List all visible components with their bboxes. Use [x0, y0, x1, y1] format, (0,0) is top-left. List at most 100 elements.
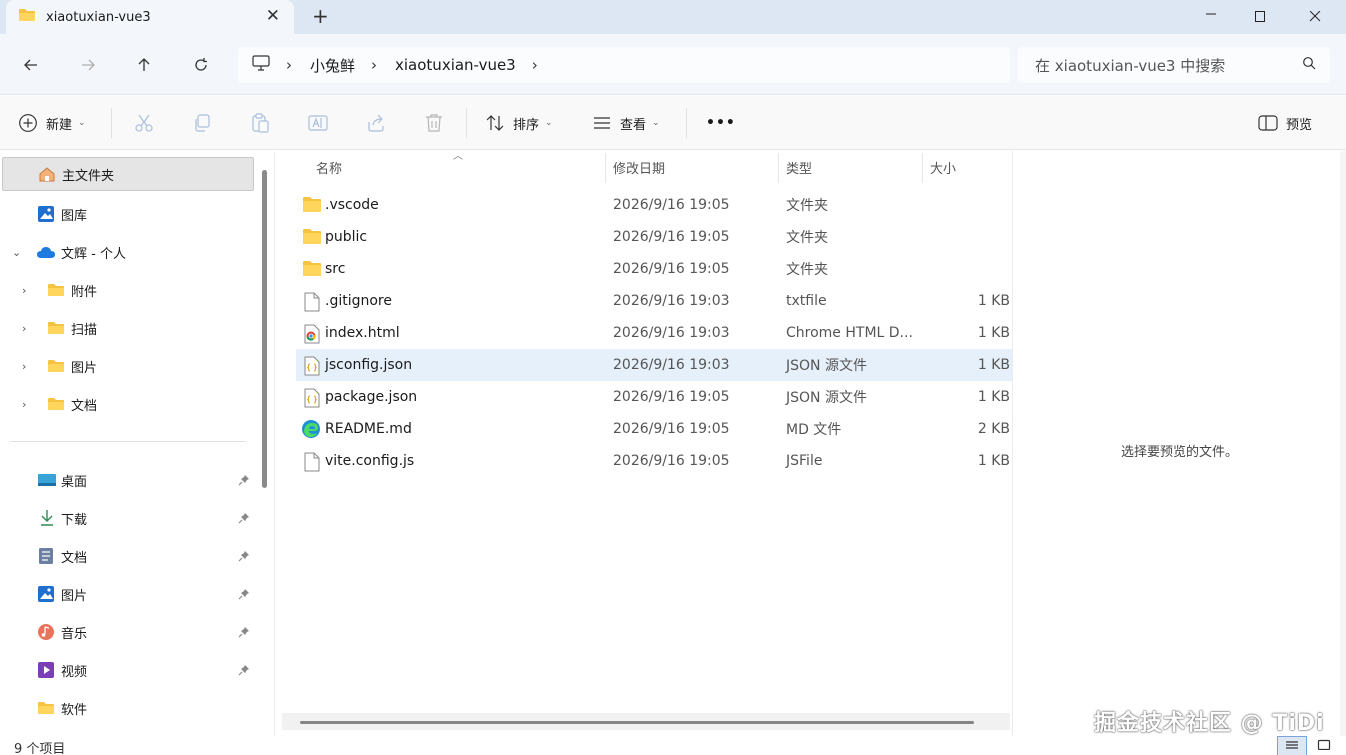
chevron-down-icon[interactable]: ⌄: [12, 246, 21, 259]
pin-icon[interactable]: [238, 512, 250, 528]
chevron-right-icon[interactable]: ›: [532, 56, 538, 74]
search-input[interactable]: 在 xiaotuxian-vue3 中搜索: [1018, 47, 1330, 83]
search-icon: [1302, 56, 1316, 74]
sidebar-item-downloads[interactable]: 下载: [0, 501, 256, 535]
horizontal-scrollbar[interactable]: [282, 713, 1010, 730]
column-header-name[interactable]: 名称: [316, 151, 342, 183]
pin-icon[interactable]: [238, 588, 250, 604]
chrome-html-icon: [304, 324, 320, 348]
sort-button[interactable]: 排序 ⌄: [485, 96, 553, 150]
column-header-size[interactable]: 大小: [930, 151, 956, 183]
sidebar-item-pictures-cloud[interactable]: › 图片: [0, 349, 256, 383]
tab-title: xiaotuxian-vue3: [46, 9, 151, 25]
file-type: JSFile: [786, 453, 823, 469]
paste-button[interactable]: [250, 96, 270, 150]
back-button[interactable]: [16, 50, 46, 80]
toolbar-divider: [111, 108, 112, 138]
sidebar-item-onedrive[interactable]: ⌄ 文辉 - 个人: [0, 235, 256, 269]
folder-icon: [47, 359, 65, 377]
sidebar-item-desktop[interactable]: 桌面: [0, 463, 256, 497]
file-type: 文件夹: [786, 230, 828, 246]
file-row[interactable]: vite.config.js 2026/9/16 19:05 JSFile 1 …: [296, 445, 1012, 477]
sidebar-item-documents[interactable]: 文档: [0, 539, 256, 573]
preview-pane: 选择要预览的文件。: [1012, 151, 1340, 736]
home-icon: [38, 166, 56, 186]
sort-icon: [486, 115, 504, 131]
pin-icon[interactable]: [238, 474, 250, 490]
chevron-right-icon[interactable]: ›: [22, 398, 26, 411]
file-name: .vscode: [325, 197, 379, 213]
sidebar-scrollbar[interactable]: [262, 170, 267, 488]
folder-icon: [302, 196, 322, 217]
file-row[interactable]: src 2026/9/16 19:05 文件夹: [296, 253, 1012, 285]
file-name: index.html: [325, 325, 400, 341]
column-header-date[interactable]: 修改日期: [613, 151, 665, 183]
scrollbar-thumb[interactable]: [300, 721, 974, 724]
up-button[interactable]: [129, 50, 159, 80]
column-divider[interactable]: [778, 153, 779, 183]
cut-button[interactable]: [134, 96, 154, 150]
file-row[interactable]: jsconfig.json 2026/9/16 19:03 JSON 源文件 1…: [296, 349, 1012, 381]
sidebar-item-gallery[interactable]: 图库: [0, 197, 256, 231]
file-row[interactable]: index.html 2026/9/16 19:03 Chrome HTML D…: [296, 317, 1012, 349]
file-row[interactable]: package.json 2026/9/16 19:05 JSON 源文件 1 …: [296, 381, 1012, 413]
pin-icon[interactable]: [238, 550, 250, 566]
refresh-button[interactable]: [186, 50, 216, 80]
pane-divider: [274, 151, 275, 736]
preview-pane-button[interactable]: 预览: [1258, 96, 1312, 150]
file-row[interactable]: public 2026/9/16 19:05 文件夹: [296, 221, 1012, 253]
address-bar[interactable]: › 小兔鲜 › xiaotuxian-vue3 ›: [238, 47, 1010, 83]
file-row[interactable]: README.md 2026/9/16 19:05 MD 文件 2 KB: [296, 413, 1012, 445]
column-header-type[interactable]: 类型: [786, 151, 812, 183]
file-size: 1 KB: [977, 325, 1010, 341]
file-name: jsconfig.json: [325, 357, 413, 373]
delete-button[interactable]: [424, 96, 444, 150]
chevron-right-icon[interactable]: ›: [371, 56, 377, 74]
chevron-down-icon: ⌄: [545, 118, 553, 128]
file-row[interactable]: .vscode 2026/9/16 19:05 文件夹: [296, 189, 1012, 221]
minimize-button[interactable]: [1188, 0, 1234, 34]
more-options-button[interactable]: •••: [706, 96, 736, 150]
watermark: 掘金技术社区 @ TiDi: [1094, 711, 1325, 736]
column-divider[interactable]: [922, 153, 923, 183]
forward-button[interactable]: [73, 50, 103, 80]
column-divider[interactable]: [605, 153, 606, 183]
maximize-button[interactable]: [1237, 0, 1283, 34]
pin-icon[interactable]: [238, 626, 250, 642]
sidebar-item-documents-cloud[interactable]: › 文档: [0, 387, 256, 421]
file-date: 2026/9/16 19:03: [613, 357, 730, 373]
file-row[interactable]: .gitignore 2026/9/16 19:03 txtfile 1 KB: [296, 285, 1012, 317]
copy-button[interactable]: [192, 96, 212, 150]
sidebar-item-videos[interactable]: 视频: [0, 653, 256, 687]
tab-xiaotuxian-vue3[interactable]: xiaotuxian-vue3 ✕: [6, 0, 294, 34]
details-view-button[interactable]: [1277, 736, 1307, 755]
sidebar-item-attachments[interactable]: › 附件: [0, 273, 256, 307]
view-button[interactable]: 查看 ⌄: [592, 96, 660, 150]
tiles-view-button[interactable]: [1309, 736, 1339, 755]
chevron-right-icon[interactable]: ›: [286, 56, 292, 74]
new-button[interactable]: 新建 ⌄: [18, 96, 86, 150]
file-type: MD 文件: [786, 422, 842, 438]
sidebar-item-pictures[interactable]: 图片: [0, 577, 256, 611]
sidebar-item-software[interactable]: 软件: [0, 691, 256, 725]
sidebar-item-scans[interactable]: › 扫描: [0, 311, 256, 345]
chevron-right-icon[interactable]: ›: [22, 284, 26, 297]
video-icon: [37, 661, 55, 683]
chevron-right-icon[interactable]: ›: [22, 322, 26, 335]
chevron-right-icon[interactable]: ›: [22, 360, 26, 373]
sidebar-item-label: 软件: [61, 702, 88, 718]
arrow-right-icon: [82, 59, 95, 71]
share-button[interactable]: [366, 96, 386, 150]
toolbar-divider: [466, 108, 467, 138]
breadcrumb-current[interactable]: xiaotuxian-vue3: [395, 56, 516, 74]
breadcrumb-parent[interactable]: 小兔鲜: [310, 55, 355, 76]
pin-icon[interactable]: [238, 664, 250, 680]
sidebar-item-music[interactable]: 音乐: [0, 615, 256, 649]
close-window-button[interactable]: [1292, 0, 1338, 34]
rename-button[interactable]: [308, 96, 328, 150]
folder-icon: [302, 228, 322, 249]
tab-close-button[interactable]: ✕: [266, 6, 280, 26]
new-tab-button[interactable]: +: [312, 4, 329, 28]
sidebar-item-home[interactable]: 主文件夹: [2, 157, 254, 191]
folder-icon: [302, 260, 322, 281]
